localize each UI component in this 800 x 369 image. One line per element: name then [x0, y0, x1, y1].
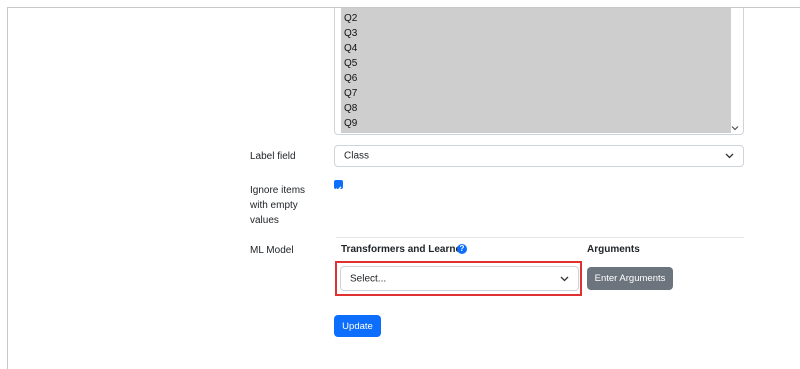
transformer-learner-select[interactable]: Select... [340, 266, 579, 291]
update-button[interactable]: Update [334, 315, 381, 337]
list-option[interactable]: Q2 [344, 12, 357, 26]
ignore-empty-label-line: Ignore items [250, 185, 306, 196]
ml-model-label: ML Model [250, 245, 294, 256]
column-multiselect[interactable]: Q2 Q3 Q4 Q5 Q6 Q7 Q8 Q9 [334, 8, 744, 135]
arguments-header: Arguments [587, 244, 640, 255]
chevron-down-icon[interactable] [731, 124, 739, 132]
list-option[interactable]: Q9 [344, 117, 357, 131]
ignore-empty-checkbox[interactable] [334, 180, 343, 192]
list-option[interactable]: Q7 [344, 87, 357, 101]
chevron-down-icon [560, 276, 569, 281]
ignore-empty-label-line: with empty [250, 200, 298, 211]
label-field-select[interactable]: Class [334, 145, 744, 167]
list-option[interactable]: Q3 [344, 27, 357, 41]
list-option[interactable]: Q8 [344, 102, 357, 116]
transformers-header: Transformers and Learner [341, 244, 465, 255]
chevron-down-icon [725, 153, 734, 159]
ignore-empty-label: Ignore items with empty values [250, 183, 305, 228]
list-option[interactable]: Q6 [344, 72, 357, 86]
selected-options-area: Q2 Q3 Q4 Q5 Q6 Q7 Q8 Q9 [341, 8, 731, 133]
checkmark-icon [335, 186, 342, 192]
label-field-value: Class [344, 150, 370, 162]
enter-arguments-button[interactable]: Enter Arguments [587, 267, 673, 290]
label-field-label: Label field [250, 151, 296, 162]
ignore-empty-label-line: values [250, 215, 279, 226]
section-divider [336, 237, 744, 238]
list-option[interactable]: Q5 [344, 57, 357, 71]
list-option[interactable]: Q4 [344, 42, 357, 56]
select-placeholder: Select... [350, 273, 387, 284]
help-icon[interactable]: ? [457, 244, 467, 254]
